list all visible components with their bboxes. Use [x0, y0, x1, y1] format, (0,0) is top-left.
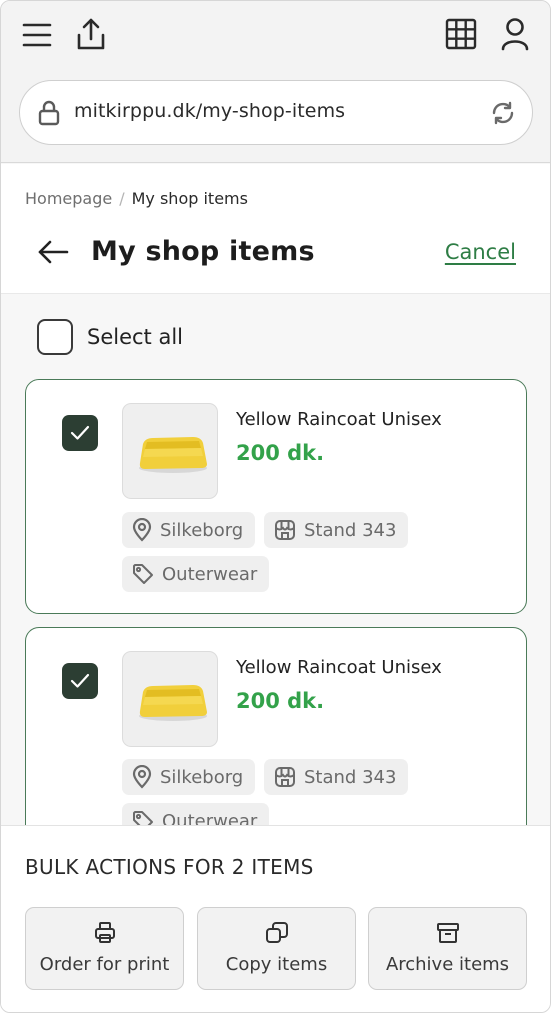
- location-chip: Silkeborg: [122, 512, 256, 548]
- item-card[interactable]: Yellow Raincoat Unisex 200 dk. Silkeborg…: [25, 379, 527, 614]
- store-icon: [275, 520, 295, 540]
- item-checkbox-checked[interactable]: [62, 415, 98, 451]
- copy-items-label: Copy items: [225, 954, 328, 975]
- lock-icon: [38, 100, 60, 126]
- share-icon[interactable]: [74, 16, 108, 52]
- checkmark-icon: [70, 673, 90, 688]
- category-label: Outerwear: [162, 563, 258, 585]
- menu-icon[interactable]: [21, 19, 53, 51]
- raincoat-image: [139, 685, 207, 721]
- item-name[interactable]: Yellow Raincoat Unisex: [236, 657, 442, 678]
- item-name[interactable]: Yellow Raincoat Unisex: [236, 409, 442, 430]
- copy-icon: [198, 921, 355, 945]
- archive-items-label: Archive items: [385, 954, 510, 975]
- app-frame: mitkirppu.dk/my-shop-items Homepage / My s…: [0, 0, 551, 1013]
- archive-items-button[interactable]: Archive items: [368, 907, 527, 990]
- bulk-actions-panel: BULK ACTIONS FOR 2 ITEMS Order for print…: [1, 825, 550, 1012]
- grid-icon[interactable]: [444, 17, 478, 51]
- item-thumbnail[interactable]: [122, 651, 218, 747]
- store-icon: [275, 767, 295, 787]
- select-all-checkbox[interactable]: Select all: [37, 319, 183, 355]
- checkbox-unchecked[interactable]: [37, 319, 73, 355]
- stand-chip: Stand 343: [264, 512, 409, 548]
- bulk-actions-heading: BULK ACTIONS FOR 2 ITEMS: [25, 855, 314, 879]
- account-icon[interactable]: [498, 16, 532, 52]
- tag-icon: [133, 564, 153, 584]
- page-header: Homepage / My shop items My shop items Can…: [1, 164, 550, 294]
- select-all-label: Select all: [87, 325, 183, 349]
- printer-icon: [26, 921, 183, 945]
- location-chip: Silkeborg: [122, 759, 256, 795]
- order-for-print-button[interactable]: Order for print: [25, 907, 184, 990]
- address-bar[interactable]: mitkirppu.dk/my-shop-items: [19, 80, 533, 145]
- url-text[interactable]: mitkirppu.dk/my-shop-items: [74, 100, 345, 122]
- reload-icon[interactable]: [490, 100, 516, 126]
- stand-label: Stand 343: [304, 519, 397, 541]
- archive-icon: [369, 921, 526, 945]
- location-pin-icon: [132, 518, 152, 542]
- stand-chip: Stand 343: [264, 759, 409, 795]
- item-checkbox-checked[interactable]: [62, 663, 98, 699]
- breadcrumb: Homepage / My shop items: [25, 189, 248, 208]
- item-price: 200 dk.: [236, 441, 325, 465]
- breadcrumb-separator: /: [119, 189, 125, 208]
- page-title: My shop items: [91, 236, 315, 267]
- location-label: Silkeborg: [160, 519, 244, 541]
- breadcrumb-current: My shop items: [131, 189, 248, 208]
- browser-toolbar: mitkirppu.dk/my-shop-items: [1, 1, 550, 163]
- order-for-print-label: Order for print: [39, 954, 170, 975]
- checkmark-icon: [70, 425, 90, 440]
- cancel-button[interactable]: Cancel: [445, 240, 516, 264]
- location-pin-icon: [132, 765, 152, 789]
- raincoat-image: [139, 437, 207, 473]
- back-arrow-icon[interactable]: [37, 238, 69, 270]
- copy-items-button[interactable]: Copy items: [197, 907, 356, 990]
- breadcrumb-home[interactable]: Homepage: [25, 189, 112, 208]
- item-thumbnail[interactable]: [122, 403, 218, 499]
- category-chip: Outerwear: [122, 556, 270, 592]
- item-price: 200 dk.: [236, 689, 325, 713]
- location-label: Silkeborg: [160, 766, 244, 788]
- stand-label: Stand 343: [304, 766, 397, 788]
